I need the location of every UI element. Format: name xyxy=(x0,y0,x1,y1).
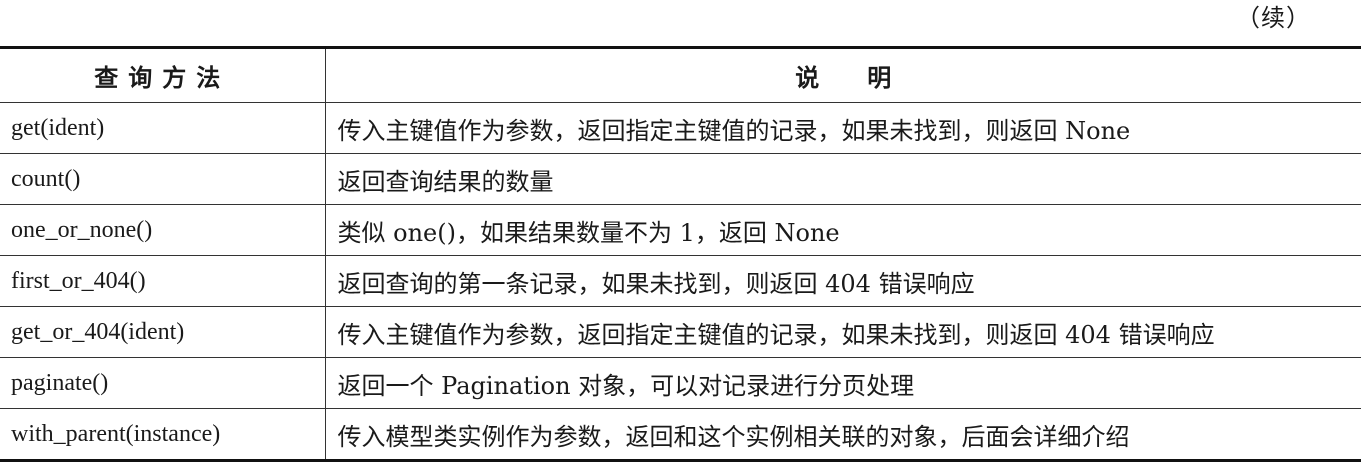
table-row: first_or_404() 返回查询的第一条记录，如果未找到，则返回 404 … xyxy=(0,255,1361,307)
table-row: with_parent(instance) 传入模型类实例作为参数，返回和这个实… xyxy=(0,408,1361,461)
method-cell: get_or_404(ident) xyxy=(0,306,326,358)
table-row: count() 返回查询结果的数量 xyxy=(0,153,1361,205)
continued-label: （续） xyxy=(1236,4,1311,32)
description-cell: 返回一个 Pagination 对象，可以对记录进行分页处理 xyxy=(325,357,1361,409)
description-cell: 返回查询结果的数量 xyxy=(325,153,1361,205)
method-cell: count() xyxy=(0,153,326,205)
header-method: 查询方法 xyxy=(0,47,326,103)
description-cell: 传入主键值作为参数，返回指定主键值的记录，如果未找到，则返回 404 错误响应 xyxy=(325,306,1361,358)
table-row: one_or_none() 类似 one()，如果结果数量不为 1，返回 Non… xyxy=(0,204,1361,256)
table-row: get(ident) 传入主键值作为参数，返回指定主键值的记录，如果未找到，则返… xyxy=(0,102,1361,154)
header-description: 说明 xyxy=(325,47,1361,103)
table-row: get_or_404(ident) 传入主键值作为参数，返回指定主键值的记录，如… xyxy=(0,306,1361,358)
method-cell: one_or_none() xyxy=(0,204,326,256)
method-cell: first_or_404() xyxy=(0,255,326,307)
method-cell: get(ident) xyxy=(0,102,326,154)
description-cell: 传入模型类实例作为参数，返回和这个实例相关联的对象，后面会详细介绍 xyxy=(337,422,1130,451)
query-methods-table: 查询方法 说明 get(ident) 传入主键值作为参数，返回指定主键值的记录，… xyxy=(0,46,1361,462)
description-cell: 传入主键值作为参数，返回指定主键值的记录，如果未找到，则返回 None xyxy=(325,102,1361,154)
description-cell: 返回查询的第一条记录，如果未找到，则返回 404 错误响应 xyxy=(325,255,1361,307)
table-header-row: 查询方法 说明 xyxy=(0,47,1361,103)
method-cell: paginate() xyxy=(0,357,326,409)
method-cell: with_parent(instance) xyxy=(0,408,326,461)
table-row: paginate() 返回一个 Pagination 对象，可以对记录进行分页处… xyxy=(0,357,1361,409)
description-cell: 类似 one()，如果结果数量不为 1，返回 None xyxy=(325,204,1361,256)
